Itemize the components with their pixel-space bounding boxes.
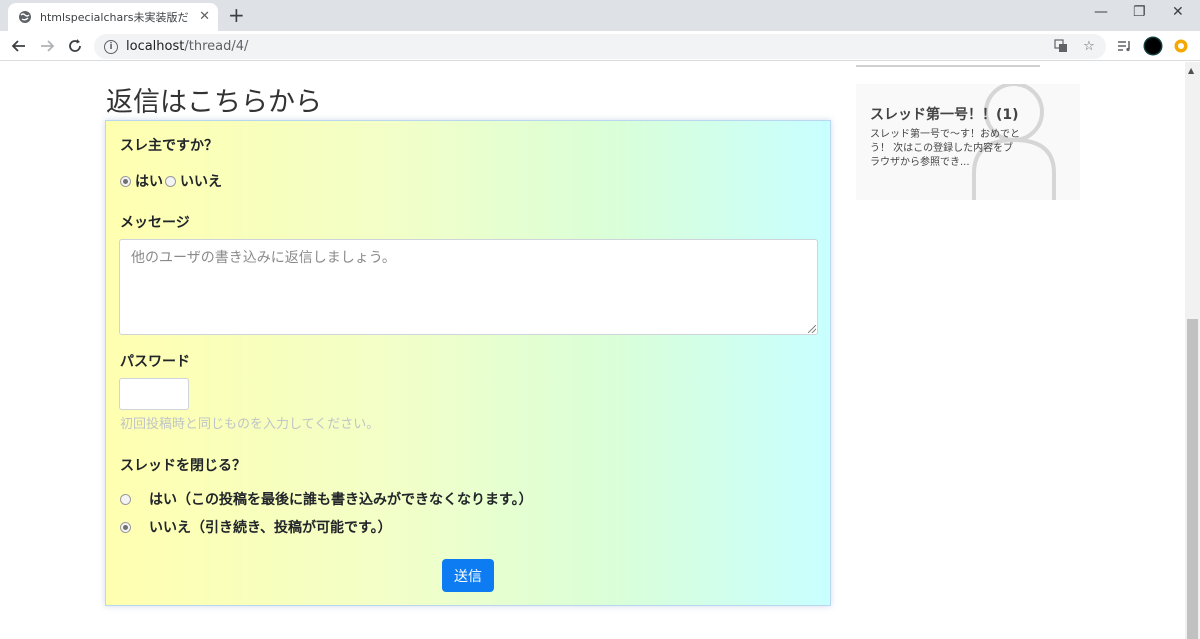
reply-heading: 返信はこちらから — [106, 87, 322, 118]
minimize-icon[interactable]: — — [1094, 4, 1108, 20]
restore-icon[interactable]: ❐ — [1133, 4, 1146, 20]
browser-tab[interactable]: htmlspecialchars未実装版だヒ ✕ — [8, 3, 218, 31]
resize-grip-icon[interactable] — [808, 325, 816, 333]
url-path: /thread/4/ — [184, 39, 249, 54]
window-close-icon[interactable]: ✕ — [1172, 4, 1184, 20]
owner-no-label: いいえ — [180, 174, 222, 190]
url-host: localhost — [126, 39, 185, 54]
message-textarea[interactable]: 他のユーザの書き込みに返信しましょう。 — [119, 239, 818, 335]
password-input[interactable] — [119, 378, 189, 410]
previous-card-edge — [856, 62, 1040, 67]
translate-icon[interactable] — [1053, 38, 1069, 54]
browser-toolbar: i localhost/thread/4/ ☆ — [0, 31, 1200, 61]
address-bar[interactable]: i localhost/thread/4/ — [94, 34, 1106, 59]
thread-card[interactable]: スレッド第一号！！(1) スレッド第一号で～す！おめでとう！ 次はこの登録した内… — [856, 84, 1080, 200]
thread-title[interactable]: スレッド第一号！！(1) — [870, 104, 1019, 124]
extension-icon[interactable] — [1173, 38, 1189, 54]
close-tab-icon[interactable]: ✕ — [199, 9, 210, 24]
close-thread-label: スレッドを閉じる？ — [120, 458, 246, 474]
owner-radio-group: はい いいえ — [120, 171, 222, 191]
page-viewport: 返信はこちらから スレ主ですか？ はい いいえ メッセージ 他のユーザの書き込み… — [0, 62, 1185, 639]
bookmark-star-icon[interactable]: ☆ — [1081, 38, 1097, 54]
submit-button[interactable]: 送信 — [442, 559, 494, 592]
message-placeholder: 他のユーザの書き込みに返信しましょう。 — [131, 250, 396, 266]
site-info-icon[interactable]: i — [104, 39, 118, 54]
message-label: メッセージ — [120, 215, 190, 231]
owner-no-option[interactable]: いいえ — [165, 171, 222, 191]
scrollbar-thumb[interactable] — [1187, 319, 1198, 639]
password-label: パスワード — [120, 354, 190, 370]
tab-title: htmlspecialchars未実装版だヒ — [40, 11, 190, 24]
owner-yes-option[interactable]: はい — [120, 171, 163, 191]
close-yes-radio[interactable] — [120, 493, 131, 505]
url-text: localhost/thread/4/ — [126, 39, 248, 54]
thread-snippet: スレッド第一号で～す！おめでとう！ 次はこの登録した内容をブラウザから参照でき.… — [870, 129, 1020, 168]
reload-icon[interactable] — [64, 35, 86, 57]
new-tab-button[interactable]: + — [228, 4, 245, 26]
close-no-option[interactable]: いいえ（引き続き、投稿が可能です。） — [120, 517, 392, 537]
owner-no-radio[interactable] — [165, 175, 176, 187]
owner-yes-radio[interactable] — [120, 175, 131, 187]
close-yes-option[interactable]: はい（この投稿を最後に誰も書き込みができなくなります。） — [120, 489, 533, 509]
media-control-icon[interactable] — [1116, 38, 1132, 54]
owner-yes-label: はい — [135, 174, 163, 190]
back-icon[interactable] — [8, 35, 30, 57]
close-yes-label: はい（この投稿を最後に誰も書き込みができなくなります。） — [149, 492, 533, 508]
globe-icon — [18, 10, 32, 24]
forward-icon[interactable] — [36, 35, 58, 57]
close-no-radio[interactable] — [120, 521, 131, 533]
reply-form: スレ主ですか？ はい いいえ メッセージ 他のユーザの書き込みに返信しましょう。… — [105, 120, 831, 606]
tab-strip: htmlspecialchars未実装版だヒ ✕ + — ❐ ✕ — [0, 0, 1200, 31]
password-help-text: 初回投稿時と同じものを入力してください。 — [120, 417, 380, 432]
scroll-up-icon[interactable]: ▲ — [1188, 66, 1194, 75]
profile-avatar-icon[interactable] — [1143, 36, 1163, 56]
owner-question-label: スレ主ですか？ — [120, 138, 218, 154]
close-no-label: いいえ（引き続き、投稿が可能です。） — [149, 520, 392, 536]
page-scrollbar[interactable]: ▲ — [1185, 62, 1200, 639]
